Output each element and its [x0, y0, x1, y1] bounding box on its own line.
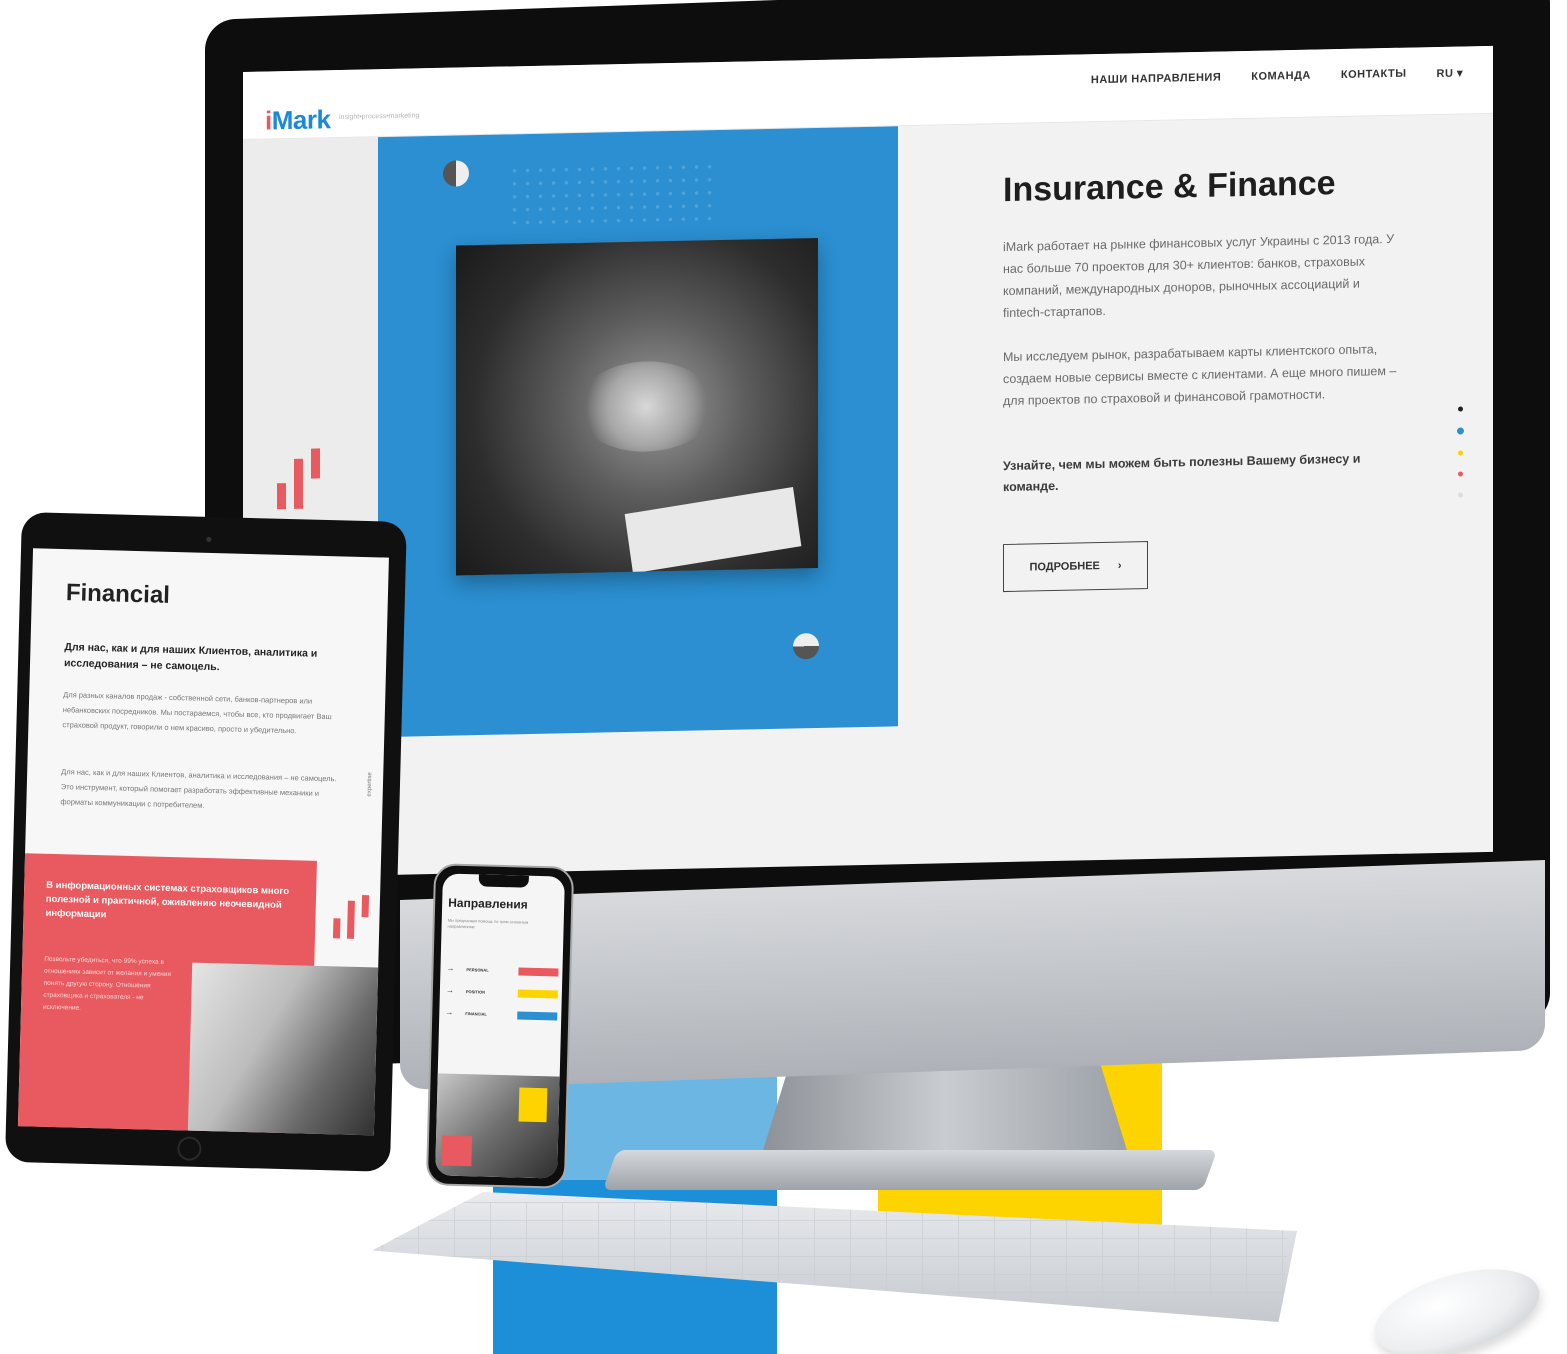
logo-tagline: insight•process•marketing	[339, 112, 420, 121]
arrow-right-icon: →	[445, 1007, 454, 1017]
tablet-photo	[187, 962, 379, 1136]
bar-hanging	[311, 448, 320, 479]
desktop-screen: iMark insight•process•marketing НАШИ НАП…	[243, 45, 1493, 879]
tablet-screen: Financial Для нас, как и для наших Клиен…	[17, 548, 389, 1136]
half-circle-icon	[443, 160, 469, 187]
nav-item-contacts[interactable]: КОНТАКТЫ	[1341, 68, 1407, 82]
chevron-right-icon: ›	[1117, 559, 1122, 572]
tablet-camera	[206, 536, 212, 542]
tablet-bars-icon	[332, 894, 374, 939]
phone-row-label: POSITION	[465, 989, 486, 995]
document-sheet	[624, 486, 802, 574]
tablet-red-paragraph: Позвольте убедиться, что 99% успеха в от…	[42, 955, 172, 1012]
hero-photo	[456, 237, 818, 576]
hands-highlight	[576, 360, 716, 454]
mouse	[1364, 1253, 1550, 1354]
tablet-paragraph-2: Для нас, как и для наших Клиентов, анали…	[60, 767, 337, 810]
phone-row-position[interactable]: → POSITION	[446, 986, 558, 1001]
phone-yellow-block	[518, 1087, 548, 1123]
tablet-title: Financial	[65, 579, 171, 609]
phone-red-block	[441, 1135, 473, 1167]
bar-tall	[294, 458, 303, 509]
tablet-side-label: expertise	[366, 772, 374, 797]
bar-short	[277, 483, 286, 510]
tablet-bar-3	[361, 895, 370, 918]
hero-blue-panel	[378, 126, 898, 738]
hero-paragraph-2: Мы исследуем рынок, разрабатываем карты …	[1003, 342, 1397, 409]
phone-row-bar	[518, 967, 559, 977]
phone-row-label: FINANCIAL	[465, 1011, 487, 1017]
phone-device: Направления Мы предлагаем помощь по трем…	[425, 863, 575, 1189]
phone-row-financial[interactable]: → FINANCIAL	[445, 1007, 558, 1023]
hero-paragraph-1: iMark работает на рынке финансовых услуг…	[1003, 231, 1395, 321]
phone-row-personal[interactable]: → PERSONAL	[446, 963, 559, 979]
more-button-label: ПОДРОБНЕЕ	[1029, 560, 1100, 574]
tablet-home-button[interactable]	[177, 1136, 202, 1161]
tablet-paragraph-1: Для разных каналов продаж - собственной …	[62, 690, 332, 736]
phone-screen: Направления Мы предлагаем помощь по трем…	[435, 873, 565, 1179]
phone-subtitle: Мы предлагаем помощь по трем основным на…	[447, 917, 529, 930]
arrow-right-icon: →	[445, 985, 455, 995]
tablet-red-title: В информационных системах страховщиков м…	[45, 879, 290, 921]
imac-foot	[602, 1150, 1218, 1190]
phone-row-label: PERSONAL	[466, 967, 489, 973]
nav-item-directions[interactable]: НАШИ НАПРАВЛЕНИЯ	[1091, 72, 1221, 88]
logo[interactable]: iMark	[265, 104, 330, 136]
pager-dot-2[interactable]	[1456, 427, 1464, 435]
tablet-bar-1	[332, 918, 341, 939]
arrow-right-icon: →	[446, 963, 455, 973]
tablet-bar-2	[346, 900, 355, 939]
slide-pager	[1455, 406, 1465, 513]
phone-row-bar	[517, 989, 558, 999]
bars-icon	[277, 448, 327, 510]
phone-row-bar	[517, 1011, 558, 1021]
dot-grid-pattern	[508, 160, 718, 225]
language-select[interactable]: RU ▾	[1437, 66, 1463, 80]
nav-item-team[interactable]: КОМАНДА	[1251, 70, 1311, 84]
tablet-lead: Для нас, как и для наших Клиентов, анали…	[63, 641, 318, 674]
pager-dot-5[interactable]	[1457, 492, 1463, 498]
phone-notch	[478, 874, 529, 888]
pager-dot-1[interactable]	[1457, 406, 1463, 412]
main-nav: НАШИ НАПРАВЛЕНИЯ КОМАНДА КОНТАКТЫ RU ▾	[1091, 66, 1463, 87]
logo-i: i	[265, 105, 272, 136]
pager-dot-3[interactable]	[1457, 450, 1463, 456]
tablet-device: Financial Для нас, как и для наших Клиен…	[4, 512, 407, 1172]
hero-title: Insurance & Finance	[1003, 164, 1336, 210]
phone-title: Направления	[448, 895, 528, 912]
logo-text: Mark	[271, 104, 331, 136]
more-button[interactable]: ПОДРОБНЕЕ ›	[1003, 541, 1148, 593]
half-circle-bottom-icon	[793, 632, 819, 660]
pager-dot-4[interactable]	[1457, 471, 1463, 477]
hero-cta-text: Узнайте, чем мы можем быть полезны Вашем…	[1003, 451, 1361, 495]
